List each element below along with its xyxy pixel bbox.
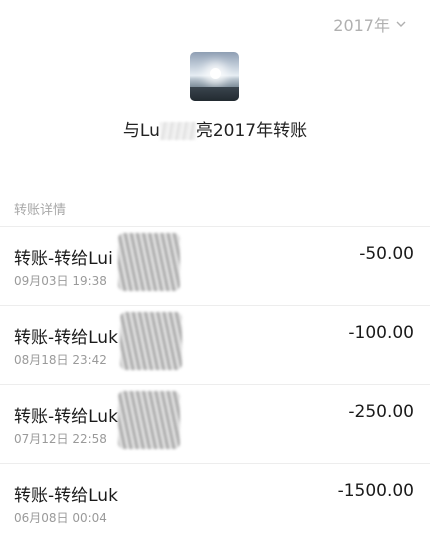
chevron-down-icon xyxy=(396,21,406,27)
transaction-amount: -50.00 xyxy=(359,244,414,264)
redacted-name xyxy=(159,122,196,140)
page-title-prefix: 与Lu xyxy=(122,121,160,141)
redaction-scribble xyxy=(118,391,180,449)
year-label: 2017年 xyxy=(333,16,390,35)
transaction-date: 08月18日 23:42 xyxy=(14,353,107,367)
redaction-scribble xyxy=(118,233,180,291)
transaction-row[interactable]: 转账-转给Lui 09月03日 19:38 -50.00 xyxy=(0,226,430,305)
transaction-row[interactable]: 转账-转给Luk 06月08日 00:04 -1500.00 xyxy=(0,463,430,534)
transaction-row[interactable]: 转账-转给Luk 07月12日 22:58 -250.00 xyxy=(0,384,430,463)
transaction-description: 转账-转给Luk xyxy=(14,328,118,348)
redaction-cover xyxy=(120,468,180,534)
avatar-shore-graphic xyxy=(190,87,239,101)
avatar-sun-graphic xyxy=(210,68,221,79)
transaction-date: 07月12日 22:58 xyxy=(14,432,107,446)
year-selector[interactable]: 2017年 xyxy=(333,12,406,36)
transaction-amount: -250.00 xyxy=(348,402,414,422)
transaction-row[interactable]: 转账-转给Luk 08月18日 23:42 -100.00 xyxy=(0,305,430,384)
transaction-amount: -100.00 xyxy=(348,323,414,343)
page-title-suffix: 亮2017年转账 xyxy=(195,121,308,141)
transaction-date: 06月08日 00:04 xyxy=(14,511,107,525)
section-label: 转账详情 xyxy=(14,203,67,218)
transaction-description: 转账-转给Luk xyxy=(14,486,118,506)
transaction-description: 转账-转给Lui xyxy=(14,249,113,269)
transaction-date: 09月03日 19:38 xyxy=(14,274,107,288)
transaction-amount: -1500.00 xyxy=(337,481,414,501)
avatar[interactable] xyxy=(190,52,239,101)
page-title: 与Lu 亮2017年转账 xyxy=(0,116,430,141)
transaction-description: 转账-转给Luk xyxy=(14,407,118,427)
redaction-scribble xyxy=(120,312,182,370)
transaction-list: 转账-转给Lui 09月03日 19:38 -50.00 转账-转给Luk 08… xyxy=(0,226,430,534)
